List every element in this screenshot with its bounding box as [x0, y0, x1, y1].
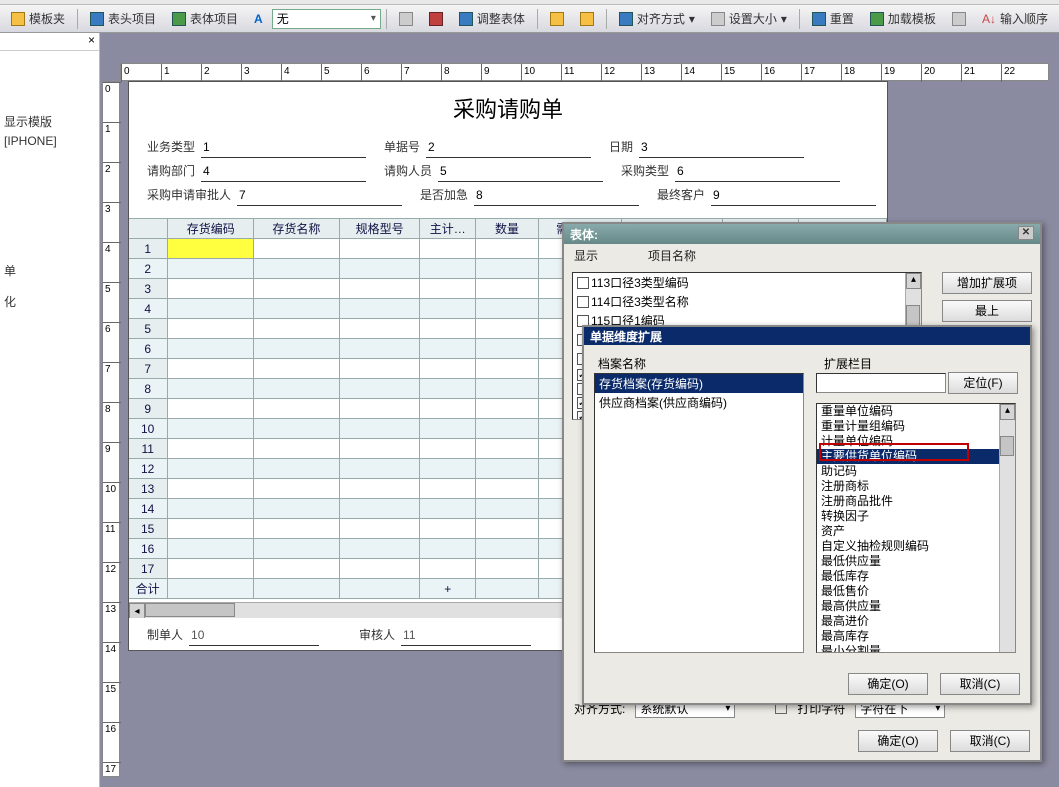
align-button[interactable]: 对齐方式 ▾	[612, 8, 702, 30]
reset-icon	[812, 12, 826, 26]
size-icon	[711, 12, 725, 26]
top-button[interactable]: 最上	[942, 300, 1032, 322]
panel2-list-left[interactable]: 存货档案(存货编码)供应商档案(供应商编码)	[594, 373, 804, 653]
setsize-button[interactable]: 设置大小 ▾	[704, 8, 794, 30]
locate-button[interactable]: 定位(F)	[948, 372, 1018, 394]
load-template-button[interactable]: 加载模板	[863, 8, 943, 30]
tool-del[interactable]	[422, 8, 450, 30]
del-icon	[429, 12, 443, 26]
panel2-title: 单据维度扩展	[584, 327, 1030, 345]
horizontal-ruler: 012345678910111213141516171819202122	[120, 63, 1049, 81]
panel1-close-icon[interactable]: ✕	[1018, 226, 1034, 240]
panel2-label-filename: 档案名称	[598, 355, 646, 372]
panel2-label-extcol: 扩展栏目	[824, 355, 872, 372]
left-tree-panel: × 显示模版 [IPHONE] 单 化	[0, 33, 100, 787]
tool-paste[interactable]	[573, 8, 601, 30]
tool-lock[interactable]	[945, 8, 973, 30]
adjust-body-button[interactable]: 调整表体	[452, 8, 532, 30]
font-a-button[interactable]: A	[247, 8, 270, 30]
adjust-icon	[459, 12, 473, 26]
panel2-vscroll[interactable]: ▴	[999, 404, 1015, 652]
font-select[interactable]: 无	[272, 9, 381, 29]
tool-cut[interactable]	[392, 8, 420, 30]
panel1-cancel-button[interactable]: 取消(C)	[950, 730, 1030, 752]
panel1-title: 表体:	[570, 226, 598, 242]
doc-title: 采购请购单	[129, 82, 887, 130]
input-order-button[interactable]: A↓输入顺序	[975, 8, 1055, 30]
header-icon	[90, 12, 104, 26]
align-icon	[619, 12, 633, 26]
panel2-list-right[interactable]: 重量单位编码重量计量组编码计量单位编码主要供货单位编码助记码注册商标注册商品批件…	[816, 403, 1016, 653]
body-icon	[172, 12, 186, 26]
tree-node-iphone[interactable]: [IPHONE]	[0, 132, 99, 150]
tree-node-2[interactable]: 化	[0, 291, 99, 312]
panel-close-icon[interactable]: ×	[88, 33, 95, 50]
tree-node-showtpl[interactable]: 显示模版	[0, 111, 99, 132]
panel1-ok-button[interactable]: 确定(O)	[858, 730, 938, 752]
cut-icon	[399, 12, 413, 26]
add-ext-button[interactable]: 增加扩展项	[942, 272, 1032, 294]
tool-copy[interactable]	[543, 8, 571, 30]
copy-icon	[550, 12, 564, 26]
dimension-ext-panel: 单据维度扩展 档案名称 扩展栏目 存货档案(存货编码)供应商档案(供应商编码) …	[582, 325, 1032, 705]
lock-icon	[952, 12, 966, 26]
reset-button[interactable]: 重置	[805, 8, 861, 30]
vertical-ruler: 0123456789101112131415161718	[102, 81, 120, 777]
header-items-button[interactable]: 表头项目	[83, 8, 163, 30]
panel2-search-input[interactable]	[816, 373, 946, 393]
panel2-ok-button[interactable]: 确定(O)	[848, 673, 928, 695]
panel2-cancel-button[interactable]: 取消(C)	[940, 673, 1020, 695]
tree-node-1[interactable]: 单	[0, 260, 99, 281]
paste-icon	[580, 12, 594, 26]
folder-icon	[11, 12, 25, 26]
toolbar: 模板夹 表头项目 表体项目 A 无 调整表体 对齐方式 ▾ 设置大小 ▾ 重置 …	[0, 5, 1059, 33]
templates-button[interactable]: 模板夹	[4, 8, 72, 30]
load-icon	[870, 12, 884, 26]
body-items-button[interactable]: 表体项目	[165, 8, 245, 30]
